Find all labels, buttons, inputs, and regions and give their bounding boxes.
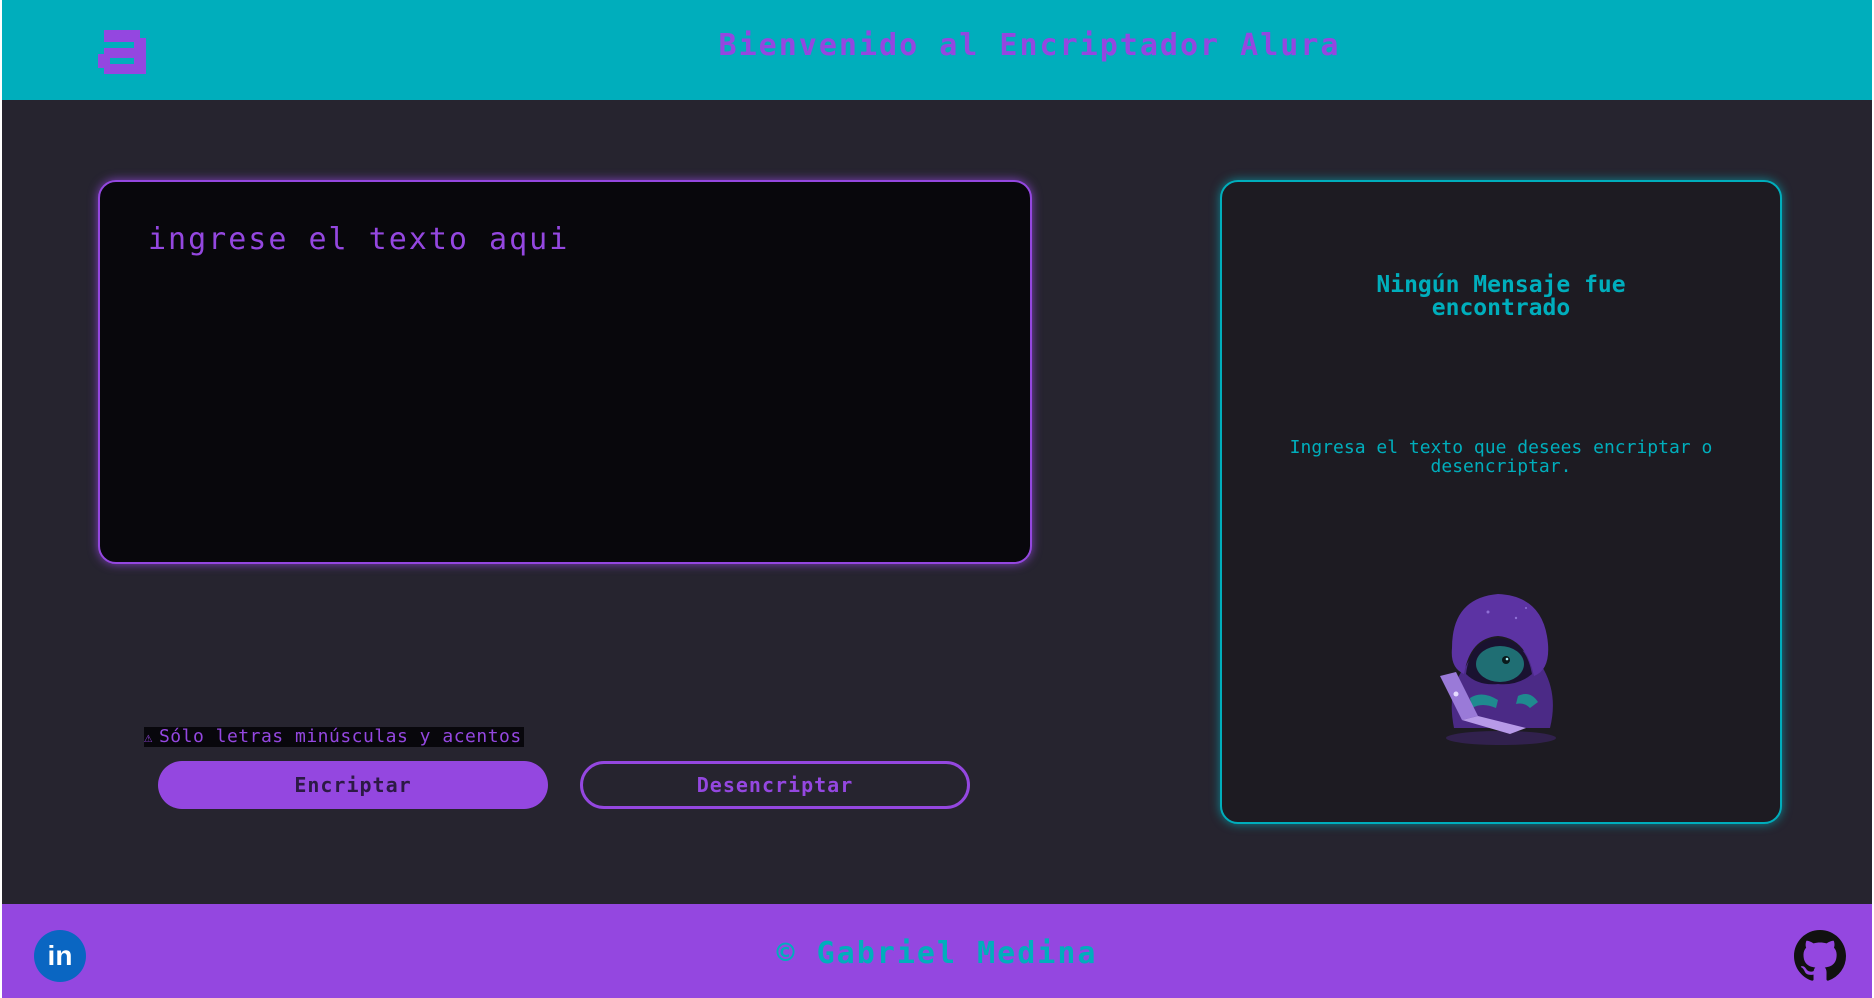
github-icon[interactable]: [1794, 930, 1846, 982]
text-input[interactable]: [100, 182, 1030, 562]
header: Bienvenido al Encriptador Alura: [2, 0, 1872, 100]
decrypt-button[interactable]: Desencriptar: [580, 761, 970, 809]
output-panel: Ningún Mensaje fue encontrado Ingresa el…: [1220, 180, 1782, 824]
page-title: Bienvenido al Encriptador Alura: [718, 28, 1341, 63]
page: Bienvenido al Encriptador Alura ⚠ Sólo le…: [2, 0, 1872, 998]
warning-icon: ⚠: [144, 730, 153, 746]
footer: in © Gabriel Medina: [2, 904, 1872, 998]
output-title: Ningún Mensaje fue encontrado: [1376, 272, 1626, 321]
hacker-illustration: [1426, 578, 1576, 748]
encrypt-button[interactable]: Encriptar: [158, 761, 548, 809]
copyright-text: © Gabriel Medina: [776, 936, 1098, 971]
input-panel: [98, 180, 1032, 564]
warning-message: ⚠ Sólo letras minúsculas y acentos: [144, 727, 524, 747]
output-text: Ingresa el texto que desees encriptar o …: [1289, 437, 1713, 477]
warning-text: Sólo letras minúsculas y acentos: [158, 726, 522, 747]
